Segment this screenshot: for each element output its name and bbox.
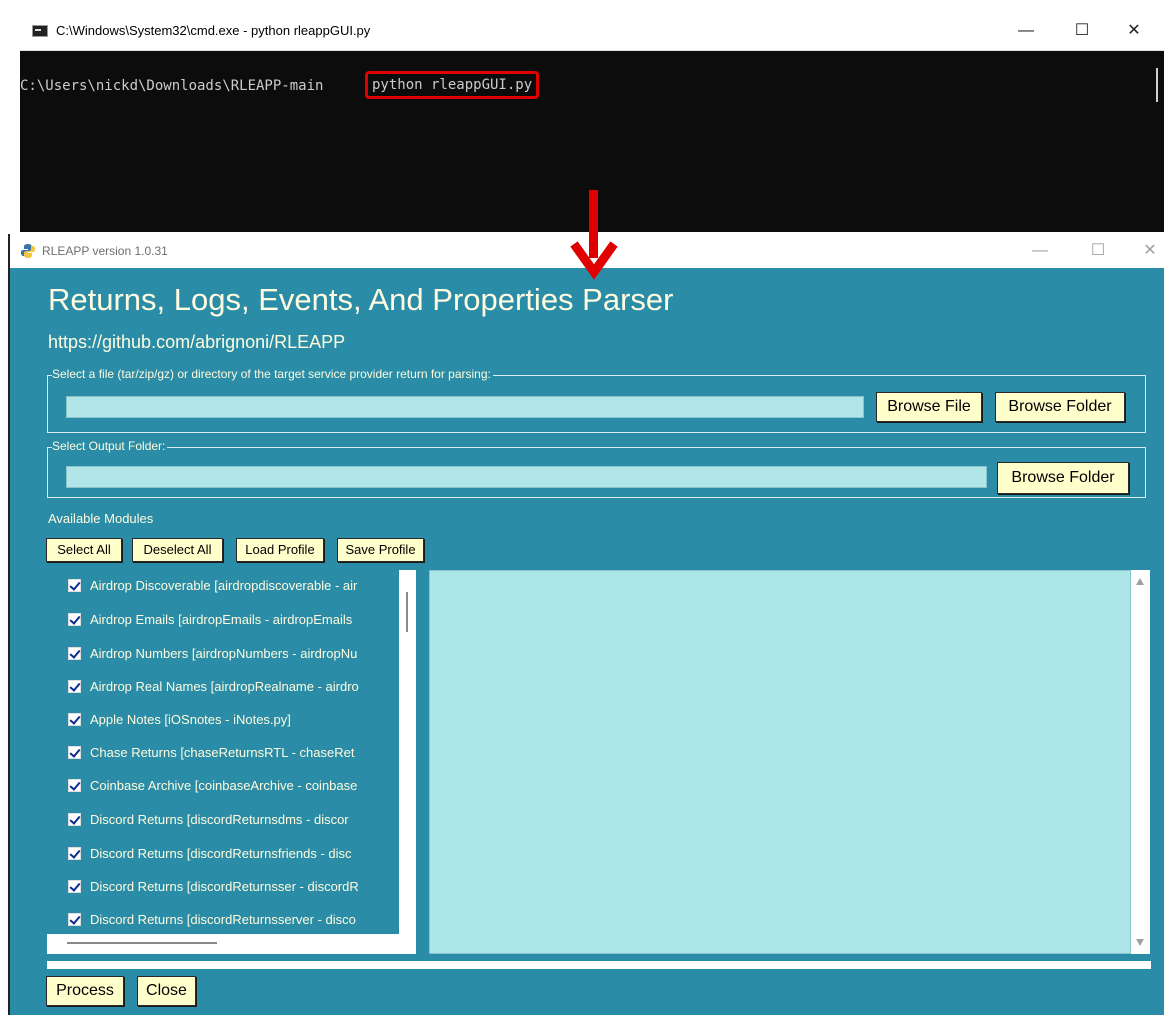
module-label: Airdrop Discoverable [airdropdiscoverabl… [90,578,358,593]
rleapp-minimize-button[interactable]: — [1020,238,1060,264]
browse-output-folder-button[interactable]: Browse Folder [997,462,1129,494]
module-label: Airdrop Real Names [airdropRealname - ai… [90,679,359,694]
scroll-up-arrow-icon[interactable] [1136,578,1144,585]
progress-bar [47,961,1151,969]
cmd-app-icon [32,25,48,37]
browse-input-folder-button[interactable]: Browse Folder [995,392,1125,422]
rleapp-window: RLEAPP version 1.0.31 — ☐ ✕ Returns, Log… [8,234,1164,1015]
save-profile-button[interactable]: Save Profile [337,538,424,562]
module-label: Discord Returns [discordReturnsdms - dis… [90,812,349,827]
rleapp-maximize-button[interactable]: ☐ [1078,238,1118,264]
module-checkbox[interactable] [68,847,81,860]
cmd-titlebar[interactable]: C:\Windows\System32\cmd.exe - python rle… [20,12,1164,51]
cmd-command-highlight: python rleappGUI.py [365,71,540,99]
browse-file-button[interactable]: Browse File [876,392,982,422]
cmd-close-button[interactable]: ✕ [1114,18,1154,44]
cmd-minimize-button[interactable]: — [1006,18,1046,44]
annotation-arrow-icon [570,190,618,280]
module-checkbox[interactable] [68,647,81,660]
module-label: Chase Returns [chaseReturnsRTL - chaseRe… [90,745,355,760]
load-profile-button[interactable]: Load Profile [236,538,324,562]
module-label: Coinbase Archive [coinbaseArchive - coin… [90,778,358,793]
module-label: Discord Returns [discordReturnsfriends -… [90,846,352,861]
available-modules-label: Available Modules [48,511,154,526]
select-all-button[interactable]: Select All [46,538,122,562]
process-button[interactable]: Process [46,976,124,1006]
module-checkbox[interactable] [68,913,81,926]
python-logo-icon [21,244,35,258]
github-url: https://github.com/abrignoni/RLEAPP [48,332,346,352]
close-button[interactable]: Close [137,976,196,1006]
module-checkbox[interactable] [68,579,81,592]
module-list-hscroll-thumb[interactable] [67,942,217,944]
module-checkbox[interactable] [68,813,81,826]
scroll-down-arrow-icon[interactable] [1136,939,1144,946]
deselect-all-button[interactable]: Deselect All [132,538,223,562]
module-checkbox[interactable] [68,880,81,893]
module-checkbox[interactable] [68,613,81,626]
input-source-label: Select a file (tar/zip/gz) or directory … [52,367,493,381]
module-checkbox[interactable] [68,746,81,759]
module-checkbox[interactable] [68,680,81,693]
module-list-vertical-scrollbar[interactable] [399,570,416,954]
cmd-maximize-button[interactable]: ☐ [1062,18,1102,44]
arrow-shaft [589,190,598,258]
module-label: Apple Notes [iOSnotes - iNotes.py] [90,712,291,727]
log-vertical-scrollbar[interactable] [1131,570,1150,954]
log-output-textbox[interactable] [429,570,1131,954]
module-list-vscroll-thumb[interactable] [406,592,408,632]
module-checkbox[interactable] [68,779,81,792]
module-label: Discord Returns [discordReturnsserver - … [90,912,356,927]
cmd-prompt-path: C:\Users\nickd\Downloads\RLEAPP-main [20,78,324,94]
app-heading: Returns, Logs, Events, And Properties Pa… [48,282,674,317]
rleapp-window-title: RLEAPP version 1.0.31 [42,244,168,258]
output-path-field[interactable] [66,466,987,488]
cmd-window-title: C:\Windows\System32\cmd.exe - python rle… [56,23,371,38]
module-label: Discord Returns [discordReturnsser - dis… [90,879,359,894]
output-folder-label: Select Output Folder: [52,439,168,453]
module-list-horizontal-scrollbar[interactable] [47,934,399,954]
rleapp-close-button[interactable]: ✕ [1130,238,1164,264]
module-label: Airdrop Emails [airdropEmails - airdropE… [90,612,353,627]
module-checkbox[interactable] [68,713,81,726]
input-path-field[interactable] [66,396,864,418]
module-list[interactable]: Airdrop Discoverable [airdropdiscoverabl… [47,570,399,954]
cmd-scrollbar-thumb[interactable] [1156,68,1158,102]
module-label: Airdrop Numbers [airdropNumbers - airdro… [90,646,358,661]
